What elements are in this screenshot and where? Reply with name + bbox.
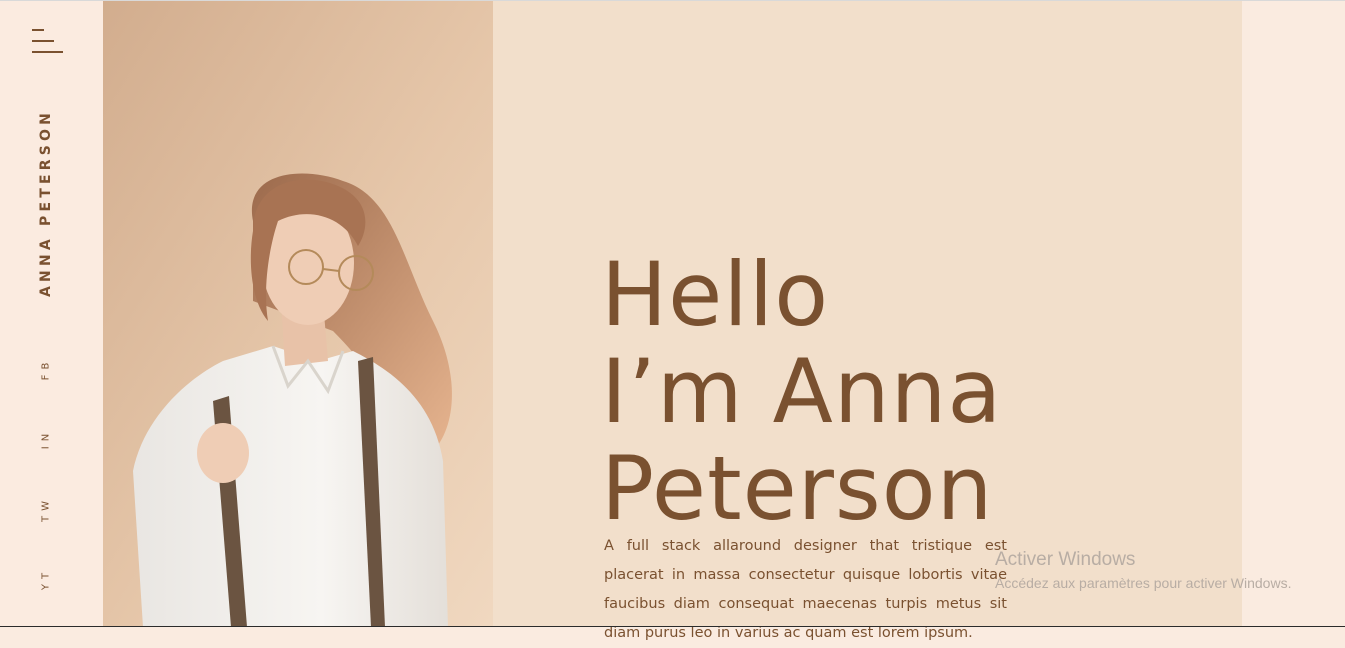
portrait-photo xyxy=(103,1,493,627)
windows-activation-watermark: Activer Windows Accédez aux paramètres p… xyxy=(995,548,1291,594)
hero-description: A full stack allaround designer that tri… xyxy=(604,537,1007,641)
brand-name[interactable]: ANNA PETERSON xyxy=(38,109,54,297)
headline-line-1: Hello xyxy=(601,242,830,346)
social-link-youtube[interactable]: YT xyxy=(41,568,52,590)
headline-line-2: I’m Anna xyxy=(601,339,1003,443)
watermark-title: Activer Windows xyxy=(995,549,1136,570)
headline-line-3: Peterson xyxy=(601,436,994,540)
social-link-twitter[interactable]: TW xyxy=(41,496,52,522)
sidebar: ANNA PETERSON FB IN TW YT xyxy=(0,1,103,627)
hero-headline: Hello I’m Anna Peterson xyxy=(601,246,1002,537)
watermark-subtitle: Accédez aux paramètres pour activer Wind… xyxy=(995,575,1292,591)
social-link-instagram[interactable]: IN xyxy=(41,429,52,449)
hamburger-menu-icon[interactable] xyxy=(32,29,64,55)
hero-section: Hello I’m Anna Peterson A full stack all… xyxy=(493,1,1242,641)
social-link-facebook[interactable]: FB xyxy=(41,358,52,381)
